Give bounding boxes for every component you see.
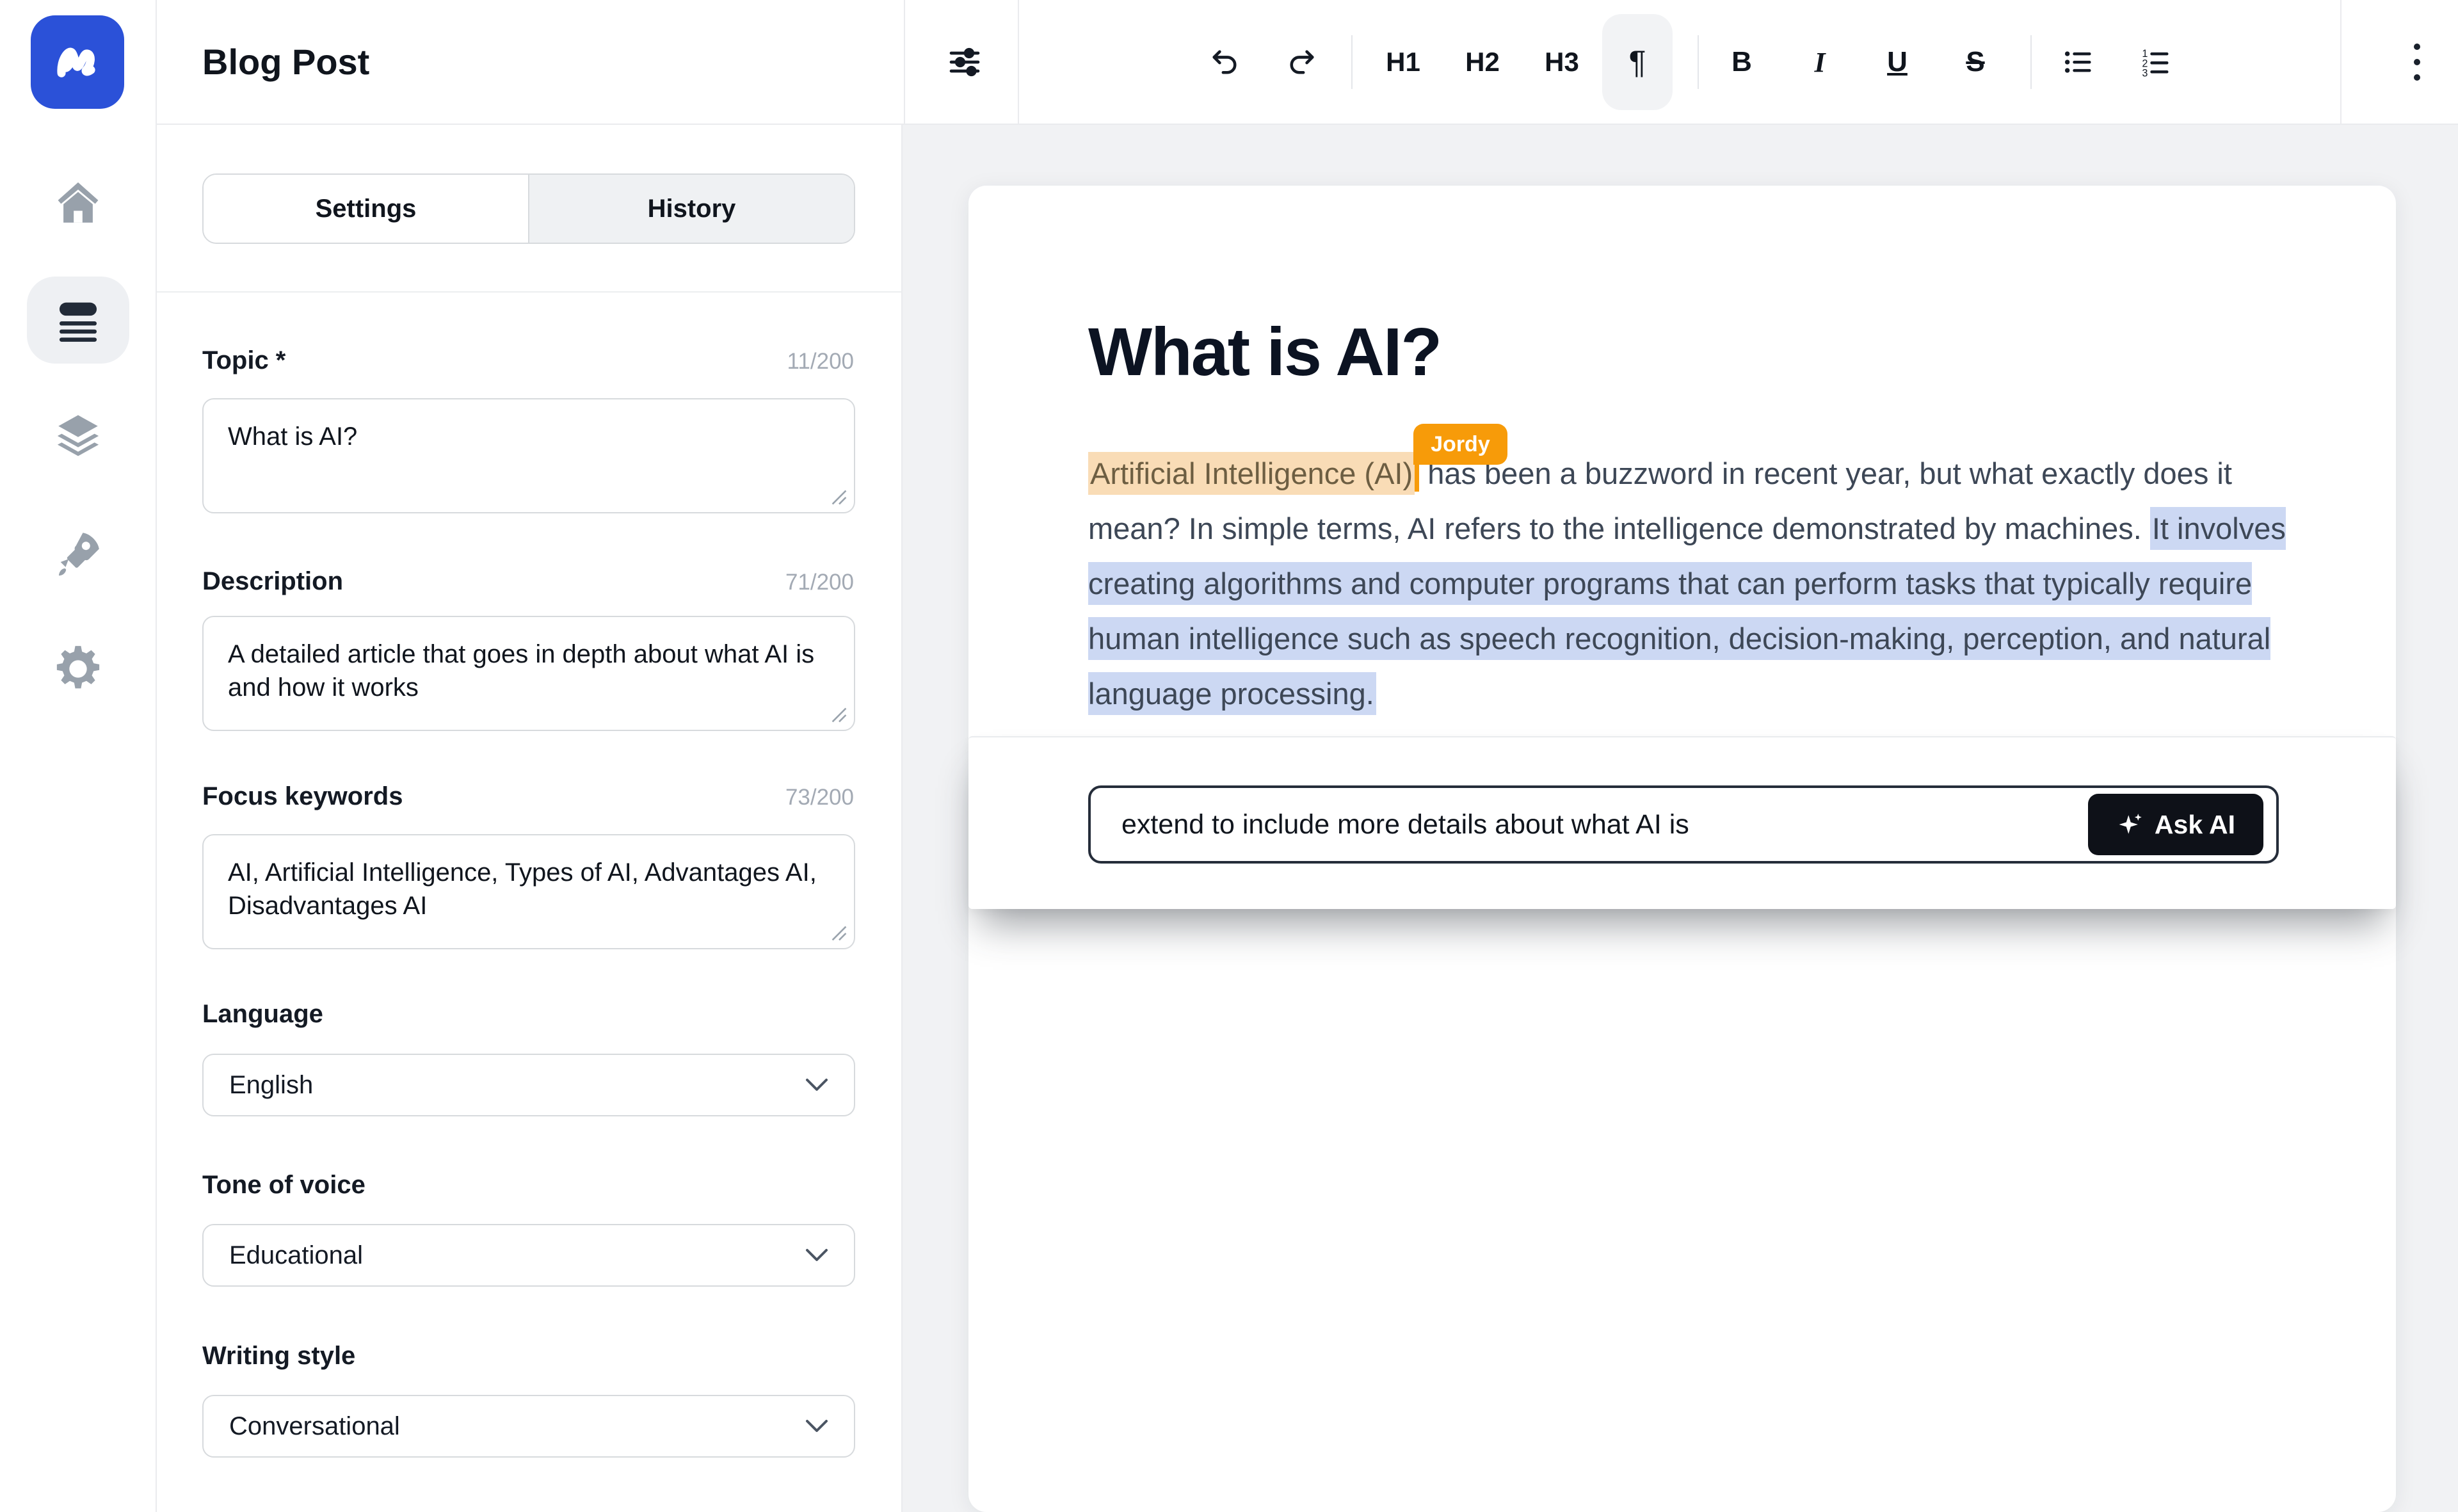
writing-style-label: Writing style	[202, 1342, 355, 1371]
ordered-list-icon: 1 2 3	[2139, 45, 2173, 79]
tone-select[interactable]: Educational	[202, 1224, 855, 1287]
gear-icon	[52, 643, 104, 695]
sidebar-item-home[interactable]	[14, 168, 142, 238]
more-options-button[interactable]	[2382, 14, 2452, 110]
keywords-value: AI, Artificial Intelligence, Types of AI…	[228, 858, 817, 920]
icon-rail	[0, 0, 157, 1512]
divider	[1018, 0, 1019, 124]
topic-label: Topic *	[202, 346, 285, 375]
paragraph-button[interactable]: ¶	[1602, 14, 1673, 110]
topic-char-count: 11/200	[787, 349, 854, 374]
ask-ai-button[interactable]: Ask AI	[2088, 794, 2263, 855]
topic-value: What is AI?	[228, 422, 357, 451]
intro-paragraph[interactable]: Artificial Intelligence (AI)Jordy has be…	[1088, 446, 2290, 721]
chevron-down-icon	[805, 1248, 828, 1262]
redo-button[interactable]	[1267, 14, 1337, 110]
underline-button[interactable]: U	[1862, 14, 1932, 110]
divider	[2030, 35, 2032, 89]
undo-icon	[1208, 45, 1241, 79]
editor-settings-button[interactable]	[929, 14, 1000, 110]
resize-handle-icon[interactable]	[831, 707, 847, 723]
divider	[157, 291, 901, 293]
description-label: Description	[202, 567, 343, 596]
sidebar-item-launch[interactable]	[14, 519, 142, 589]
chevron-down-icon	[805, 1419, 828, 1433]
heading2-button[interactable]: H2	[1447, 14, 1518, 110]
topic-input[interactable]: What is AI?	[202, 398, 855, 513]
sparkle-icon	[2116, 810, 2144, 839]
bullet-list-icon	[2062, 45, 2095, 79]
keywords-char-count: 73/200	[785, 785, 854, 810]
description-char-count: 71/200	[785, 570, 854, 595]
resize-handle-icon[interactable]	[831, 489, 847, 506]
sliders-icon	[947, 44, 983, 80]
divider	[1351, 35, 1353, 89]
app-logo[interactable]	[31, 15, 124, 109]
heading3-button[interactable]: H3	[1527, 14, 1597, 110]
page-title: Blog Post	[202, 0, 369, 124]
top-header: Blog Post H1 H2 H3 ¶ B I U S 1 2 3	[157, 0, 2458, 125]
sidebar-item-stacks[interactable]	[14, 401, 142, 471]
heading1-button[interactable]: H1	[1368, 14, 1438, 110]
jordy-cursor-label: Jordy	[1413, 424, 1507, 465]
writing-style-select[interactable]: Conversational	[202, 1395, 855, 1458]
settings-panel: Settings History Topic * 11/200 What is …	[157, 125, 903, 1512]
keywords-label: Focus keywords	[202, 782, 403, 811]
divider	[1698, 35, 1699, 89]
strikethrough-button[interactable]: S	[1940, 14, 2011, 110]
description-value: A detailed article that goes in depth ab…	[228, 640, 814, 702]
ask-ai-button-label: Ask AI	[2155, 810, 2235, 840]
jordy-cursor-caret: Jordy	[1415, 454, 1419, 492]
redo-icon	[1285, 45, 1319, 79]
app-root: { "header": { "title": "Blog Post" }, "s…	[0, 0, 2458, 1512]
language-select[interactable]: English	[202, 1054, 855, 1116]
divider	[904, 0, 905, 124]
tab-history[interactable]: History	[528, 175, 854, 243]
sidebar-item-content[interactable]	[27, 277, 129, 364]
ordered-list-button[interactable]: 1 2 3	[2121, 14, 2191, 110]
home-icon	[52, 177, 104, 229]
svg-text:3: 3	[2142, 68, 2148, 79]
ask-ai-panel: extend to include more details about wha…	[968, 736, 2396, 909]
chevron-down-icon	[805, 1078, 828, 1092]
tab-settings[interactable]: Settings	[204, 175, 528, 243]
ask-ai-input-bar[interactable]: extend to include more details about wha…	[1088, 785, 2279, 864]
kebab-menu-icon	[2414, 44, 2420, 81]
language-value: English	[229, 1071, 313, 1100]
bullet-list-button[interactable]	[2043, 14, 2114, 110]
document-title[interactable]: What is AI?	[1088, 314, 1441, 391]
ask-ai-input[interactable]: extend to include more details about wha…	[1121, 809, 2088, 840]
rocket-icon	[52, 527, 104, 580]
description-input[interactable]: A detailed article that goes in depth ab…	[202, 616, 855, 731]
panel-tabs: Settings History	[202, 173, 855, 244]
text-segment-orange: Artificial Intelligence (AI)	[1088, 452, 1415, 495]
sidebar-item-settings[interactable]	[14, 634, 142, 704]
tone-value: Educational	[229, 1241, 363, 1270]
layers-icon	[52, 410, 104, 462]
scribble-logo-icon	[48, 33, 107, 92]
undo-button[interactable]	[1189, 14, 1260, 110]
resize-handle-icon[interactable]	[831, 925, 847, 942]
divider	[2340, 0, 2342, 124]
document-lines-icon	[52, 294, 104, 346]
writing-style-value: Conversational	[229, 1412, 400, 1441]
keywords-input[interactable]: AI, Artificial Intelligence, Types of AI…	[202, 834, 855, 949]
tone-label: Tone of voice	[202, 1171, 365, 1200]
bold-button[interactable]: B	[1707, 14, 1777, 110]
language-label: Language	[202, 1000, 323, 1029]
italic-button[interactable]: I	[1785, 14, 1855, 110]
